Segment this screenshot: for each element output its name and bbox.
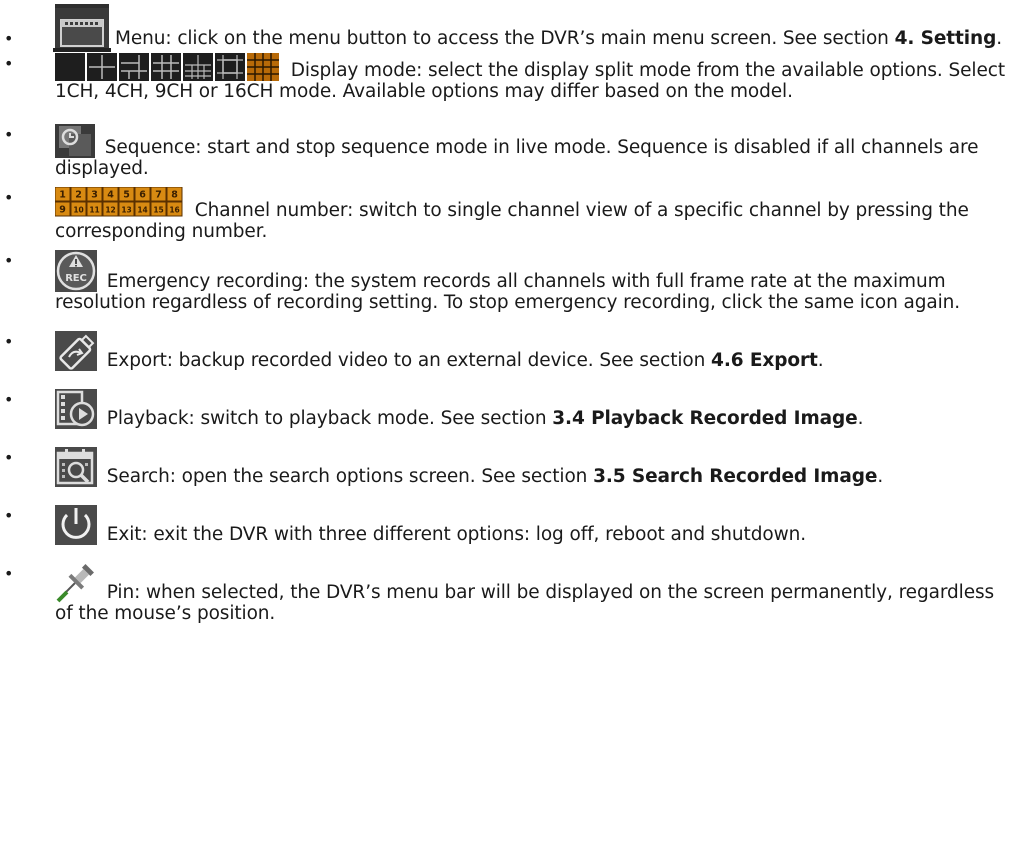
channel-box-8[interactable]: 8	[166, 187, 183, 202]
channel-number-label: 5	[123, 190, 130, 201]
channel-number-label: 1	[59, 190, 66, 201]
pin-icon	[55, 563, 97, 603]
channel-number-label: 4	[107, 190, 114, 201]
feature-list: • Menu: click on the menu button to acce…	[0, 2, 1013, 624]
menu-icon	[53, 4, 111, 52]
channel-number-label: 2	[75, 190, 82, 201]
channel-box-16[interactable]: 16	[166, 201, 183, 217]
channel-box-9[interactable]: 9	[55, 201, 71, 217]
item-text: : open the search options screen. See se…	[169, 466, 594, 487]
item-label: Pin	[106, 582, 135, 603]
item-text: : backup recorded video to an external d…	[166, 350, 712, 371]
bullet: •	[4, 332, 14, 351]
list-item-channel-number: • 12345678 9 10 11 12 13 14 15 16 Channel numbe…	[0, 187, 1013, 242]
channel-number-label: 8	[171, 190, 178, 201]
section-ref: 4.6 Export	[711, 350, 818, 371]
item-text: : when selected, the DVR’s menu bar will…	[55, 582, 995, 624]
channel-number-icons: 12345678 9 10 11 12 13 14 15 16	[55, 187, 185, 217]
bullet: •	[4, 125, 14, 144]
list-item-emergency-recording: • REC Emergency recording: the system re…	[0, 250, 1013, 313]
export-icon	[55, 331, 97, 371]
item-label: Export	[106, 350, 167, 371]
item-label: Playback	[106, 408, 189, 429]
list-item-search: • Search: open the search options screen…	[4, 447, 884, 487]
list-item-playback: • Playback: switch to playback mode. See…	[4, 389, 864, 429]
item-text: : exit the DVR with three different opti…	[141, 524, 807, 545]
power-icon	[55, 505, 97, 545]
channel-box-6[interactable]: 6	[134, 187, 151, 202]
channel-box-15[interactable]: 15	[150, 201, 167, 217]
bullet: •	[4, 564, 14, 583]
list-item-pin: • Pin: when selected, the DVR’s menu bar…	[0, 563, 1013, 624]
channel-number-label: 10	[73, 206, 83, 215]
channel-box-12[interactable]: 12	[102, 201, 119, 217]
channel-number-label: 3	[91, 190, 98, 201]
sequence-icon	[55, 124, 95, 158]
list-item-sequence: • Sequence: start and stop sequence mode…	[0, 124, 1013, 179]
channel-box-13[interactable]: 13	[118, 201, 135, 217]
list-item-menu: • Menu: click on the menu button to acce…	[0, 2, 1013, 52]
channel-number-label: 7	[155, 190, 162, 201]
channel-box-4[interactable]: 4	[102, 187, 119, 202]
bullet: •	[4, 54, 14, 73]
bullet: •	[4, 188, 14, 207]
bullet: •	[4, 251, 14, 270]
rec-label: REC	[65, 273, 87, 284]
channel-number-label: 9	[59, 205, 66, 216]
list-item-display-mode: • Display mode: select the display split…	[0, 53, 1013, 102]
bullet: •	[4, 29, 14, 48]
list-item-export: • Export: backup recorded video to an ex…	[4, 331, 824, 371]
list-item-exit: • Exit: exit the DVR with three differen…	[0, 505, 1013, 545]
item-label: Sequence	[104, 137, 196, 158]
item-label: Search	[106, 466, 170, 487]
item-text: : switch to playback mode. See section	[188, 408, 553, 429]
channel-number-label: 13	[121, 206, 131, 215]
display-mode-icons	[55, 53, 281, 81]
channel-box-10[interactable]: 10	[70, 201, 87, 217]
channel-number-label: 14	[137, 206, 147, 215]
channel-number-label: 16	[169, 206, 179, 215]
channel-box-3[interactable]: 3	[86, 187, 103, 202]
channel-box-1[interactable]: 1	[55, 187, 71, 202]
channel-number-label: 15	[153, 206, 163, 215]
section-ref: 3.4 Playback Recorded Image	[552, 408, 858, 429]
channel-box-2[interactable]: 2	[70, 187, 87, 202]
channel-number-label: 6	[139, 190, 146, 201]
emergency-rec-icon: REC	[55, 250, 97, 292]
bullet: •	[4, 448, 14, 467]
item-label: Display mode	[290, 60, 417, 81]
bullet: •	[4, 506, 14, 525]
item-label: Channel number	[194, 200, 348, 221]
section-ref: 4. Setting	[894, 28, 997, 49]
channel-number-label: 12	[105, 206, 115, 215]
section-ref: 3.5 Search Recorded Image	[593, 466, 878, 487]
channel-box-7[interactable]: 7	[150, 187, 167, 202]
item-text: : click on the menu button to access the…	[165, 28, 895, 49]
item-label: Emergency recording	[106, 271, 303, 292]
channel-box-5[interactable]: 5	[118, 187, 135, 202]
channel-number-label: 11	[89, 206, 99, 215]
item-text: : switch to single channel view of a spe…	[55, 200, 969, 242]
search-icon	[55, 447, 97, 487]
item-label: Menu	[115, 28, 166, 49]
item-label: Exit	[106, 524, 142, 545]
bullet: •	[4, 390, 14, 409]
channel-box-14[interactable]: 14	[134, 201, 151, 217]
playback-icon	[55, 389, 97, 429]
channel-box-11[interactable]: 11	[86, 201, 103, 217]
